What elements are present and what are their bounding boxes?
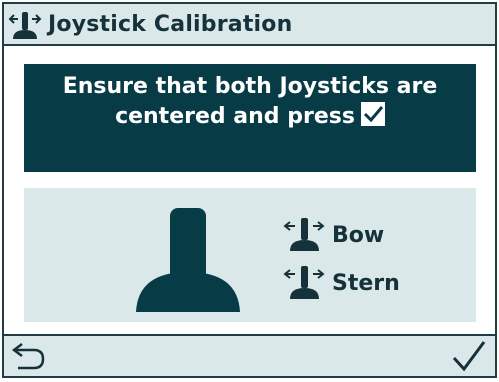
joystick-arrows-icon <box>282 216 328 252</box>
page-title: Joystick Calibration <box>48 12 293 37</box>
calibration-screen: Joystick Calibration Ensure that both Jo… <box>2 2 497 378</box>
footer-bar <box>4 334 495 376</box>
header-bar: Joystick Calibration <box>4 4 495 46</box>
joystick-illustration <box>128 206 248 316</box>
joystick-arrows-icon <box>8 10 42 40</box>
instruction-line-1: Ensure that both Joysticks are <box>62 74 438 99</box>
checkmark-icon <box>360 102 385 126</box>
joystick-panel: Bow Stern <box>24 188 476 322</box>
joystick-stern-label: Stern <box>332 271 400 296</box>
back-button[interactable] <box>10 340 50 372</box>
confirm-button[interactable] <box>448 338 488 374</box>
back-arrow-icon <box>11 343 45 370</box>
instruction-line-2: centered and press <box>24 102 476 132</box>
checkmark-icon <box>452 341 486 372</box>
joystick-bow-label: Bow <box>332 223 385 248</box>
main-content: Ensure that both Joysticks are centered … <box>4 46 495 334</box>
instruction-banner: Ensure that both Joysticks are centered … <box>24 64 476 172</box>
instruction-line-2-text: centered and press <box>115 104 355 129</box>
joystick-arrows-icon <box>282 264 328 300</box>
